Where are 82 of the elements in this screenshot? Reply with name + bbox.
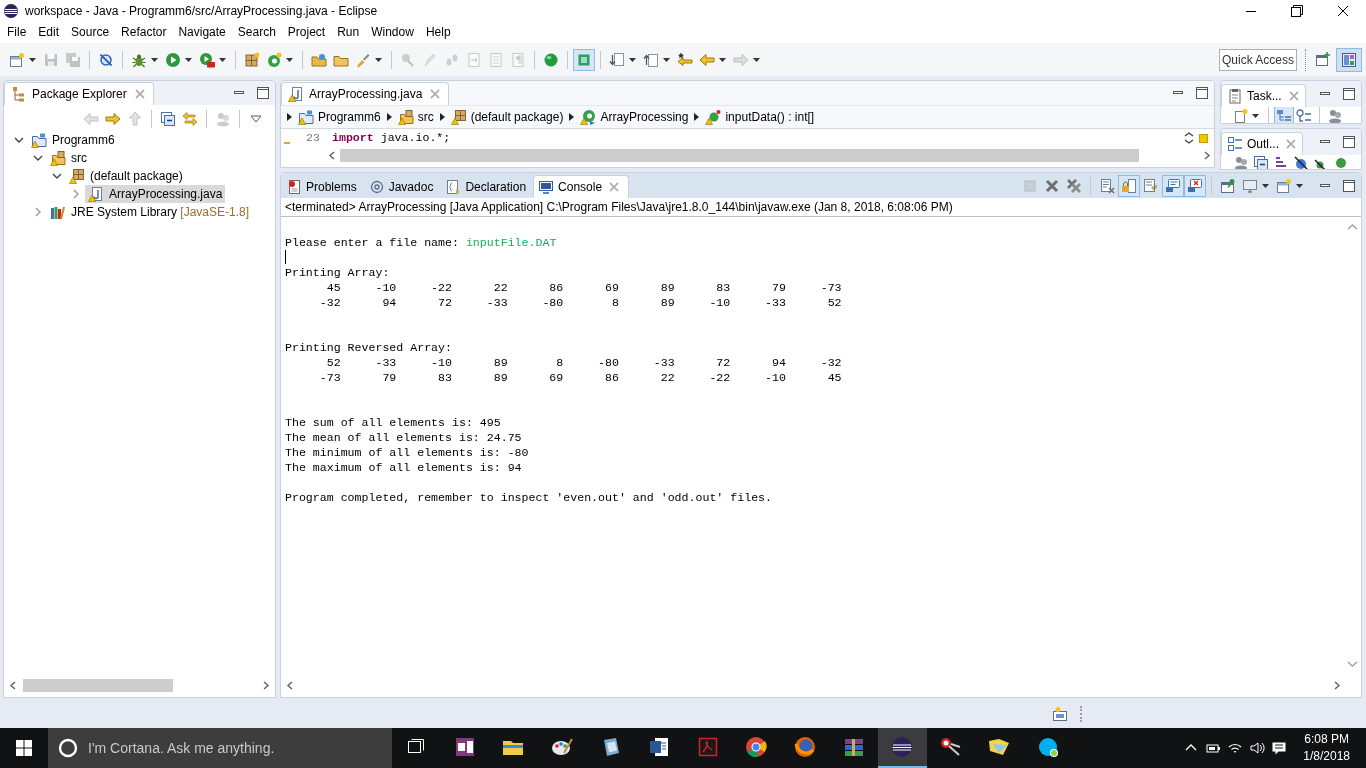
console-text: The maximum of all elements is: 94 [285, 460, 522, 475]
tree-item[interactable]: JRE System Library [JavaSE-1.8] [47, 203, 253, 221]
view-tab[interactable]: Console [533, 175, 630, 198]
menu-item[interactable]: Refactor [115, 22, 173, 43]
console-number: 94 [772, 356, 786, 369]
console-number: 52 [326, 356, 341, 369]
console-number: -10 [375, 281, 397, 294]
view-tab[interactable]: Javadoc [363, 175, 441, 198]
code-line: import java.io.*; [332, 131, 451, 144]
console-number: -10 [431, 356, 452, 369]
breadcrumb-item[interactable]: src [397, 109, 434, 125]
console-number: -73 [820, 281, 842, 294]
console-number: -32 [319, 296, 341, 309]
console-number: 72 [716, 356, 731, 369]
menu-item[interactable]: Window [365, 22, 420, 43]
console-number: 89 [660, 281, 675, 294]
menu-item[interactable]: Source [65, 22, 116, 43]
clock-button[interactable]: 6:08 PM 1/8/2018 [1295, 731, 1358, 765]
menu-item[interactable]: Navigate [172, 22, 232, 43]
console-number: -33 [486, 296, 508, 309]
console-number: 79 [382, 371, 397, 384]
console-text: Program completed, remember to inspect 'even.out' and 'odd.out' files. [285, 490, 773, 505]
console-number: 89 [493, 356, 508, 369]
console-number: 89 [660, 296, 675, 309]
console-number: 72 [438, 296, 452, 309]
breadcrumb-item[interactable]: (default package) [450, 109, 564, 125]
console-text: The sum of all elements is: 495 [285, 415, 501, 430]
search-input[interactable]: I'm Cortana. Ask me anything. [88, 733, 378, 763]
console-number: 45 [827, 371, 842, 384]
menu-item[interactable]: Help [419, 22, 457, 43]
console-number: -10 [709, 296, 731, 309]
menu-item[interactable]: Search [231, 22, 282, 43]
console-number: -73 [319, 371, 341, 384]
tree-item[interactable]: (default package) [66, 167, 186, 185]
quick-access-field[interactable]: Quick Access [1219, 48, 1297, 71]
tree-item[interactable]: ArrayProcessing.java [85, 185, 226, 203]
console-number: 69 [549, 371, 564, 384]
console-text: Printing Array: [285, 265, 390, 280]
console-number: 89 [493, 371, 508, 384]
tree-item[interactable]: Programm6 [28, 131, 118, 149]
breadcrumb-item[interactable]: inputData() : int[] [705, 109, 815, 125]
window-title: workspace - Java - Programm6/src/ArrayProcessing.java - Eclipse [25, 4, 378, 18]
console-number: -33 [765, 296, 786, 309]
console-text: The mean of all elements is: 24.75 [285, 430, 522, 445]
console-number: 22 [660, 371, 675, 384]
console-number: 86 [605, 371, 619, 384]
search-field[interactable]: I'm Cortana. Ask me anything. [48, 728, 392, 768]
editor-tab[interactable]: ArrayProcessing.java [281, 82, 450, 105]
view-tab[interactable]: Problems [281, 175, 364, 198]
console-number: -80 [542, 296, 564, 309]
menu-item[interactable]: Project [281, 22, 332, 43]
console-number: -32 [820, 356, 842, 369]
console-number: 69 [605, 281, 619, 294]
console-text: Printing Reversed Array: [285, 340, 452, 355]
console-number: 83 [716, 281, 731, 294]
console-number: 52 [827, 296, 842, 309]
console-text: The minimum of all elements is: -80 [285, 445, 529, 460]
breadcrumb-item[interactable]: ArrayProcessing [580, 109, 689, 125]
console-number: 45 [326, 281, 341, 294]
console-number: 8 [556, 356, 564, 369]
console-number: 22 [493, 281, 508, 294]
console-number: 83 [438, 371, 452, 384]
console-number: 86 [549, 281, 564, 294]
console-text: Please enter a file name: [285, 235, 459, 250]
line-number: 23 [305, 131, 320, 144]
menu-item[interactable]: Run [331, 22, 366, 43]
console-number: 8 [611, 296, 619, 309]
view-tab[interactable]: Declaration [440, 175, 534, 198]
console-number: -80 [598, 356, 619, 369]
breadcrumb-item[interactable]: Programm6 [298, 109, 381, 125]
console-number: -33 [375, 356, 397, 369]
menu-item[interactable]: File [1, 22, 33, 43]
menu-item[interactable]: Edit [32, 22, 66, 43]
console-number: 94 [382, 296, 397, 309]
tree-item[interactable]: src [47, 149, 90, 167]
console-number: 79 [772, 281, 786, 294]
console-number: -33 [653, 356, 675, 369]
typed-text: inputFile.DAT [465, 235, 557, 250]
console-number: -10 [765, 371, 786, 384]
console-number: -22 [431, 281, 452, 294]
console-number: -22 [709, 371, 731, 384]
console-status: <terminated> ArrayProcessing [Java Application] C:\Program Files\Java\jre1.8.0_144\bin\javaw.exe (Jan 8, 2018, 6:08:06 PM) [281, 198, 1361, 217]
